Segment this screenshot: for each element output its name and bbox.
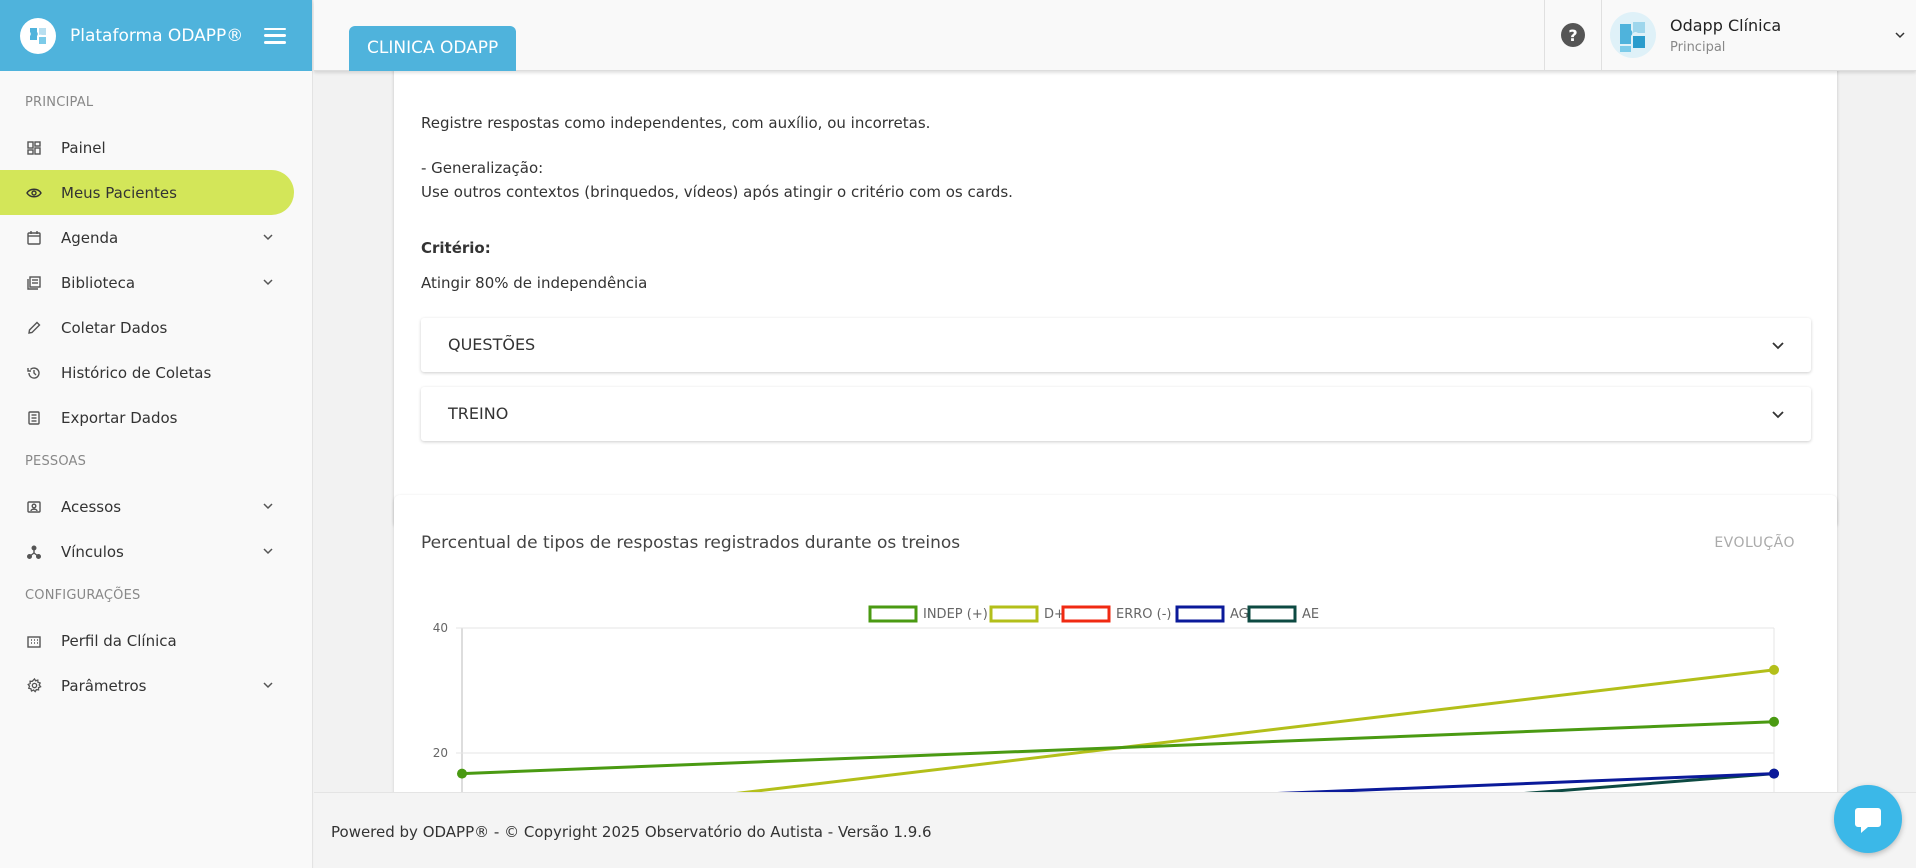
section-pessoas: PESSOAS	[25, 454, 87, 469]
accordion-treino[interactable]: TREINO	[421, 387, 1811, 441]
hamburger-menu-icon[interactable]	[264, 27, 286, 44]
sidebar-item-label: Parâmetros	[61, 676, 147, 695]
generalizacao-text: Use outros contextos (brinquedos, vídeos…	[421, 183, 1013, 201]
sidebar-item-coletar-dados[interactable]: Coletar Dados	[0, 305, 312, 350]
sidebar-item-label: Painel	[61, 138, 106, 157]
chevron-down-icon	[263, 503, 273, 510]
y-tick-label: 20	[433, 746, 448, 760]
avatar	[1610, 12, 1656, 58]
instruction-text-cut: Registre respostas como independentes, c…	[421, 114, 931, 132]
legend-swatch	[989, 605, 1039, 623]
gear-icon	[25, 677, 43, 695]
chevron-down-icon	[1895, 32, 1905, 39]
accordion-questoes[interactable]: QUESTÕES	[421, 318, 1811, 372]
chart-card: Percentual de tipos de respostas registr…	[394, 495, 1837, 792]
y-tick-label: 40	[433, 621, 448, 635]
pencil-icon	[25, 319, 43, 337]
sidebar-item-label: Perfil da Clínica	[61, 631, 177, 650]
chevron-down-icon	[263, 234, 273, 241]
building-icon	[25, 632, 43, 650]
accordion-label: TREINO	[448, 404, 509, 423]
sidebar-item-vinculos[interactable]: Vínculos	[0, 529, 312, 574]
sidebar-item-agenda[interactable]: Agenda	[0, 215, 312, 260]
library-icon	[25, 274, 43, 292]
legend-swatch	[1061, 605, 1111, 623]
sidebar-item-perfil-da-clinica[interactable]: Perfil da Clínica	[0, 618, 312, 663]
sidebar-item-painel[interactable]: Painel	[0, 125, 312, 170]
dashboard-icon	[25, 139, 43, 157]
chat-icon	[1855, 808, 1881, 833]
network-icon	[25, 543, 43, 561]
chevron-down-icon	[1772, 411, 1784, 419]
chevron-down-icon	[263, 682, 273, 689]
criterio-label: Critério:	[421, 239, 491, 257]
chat-button[interactable]	[1834, 785, 1902, 853]
user-role: Principal	[1670, 39, 1726, 55]
series-line	[461, 720, 1775, 776]
top-header: CLINICA ODAPP ? Odapp Clínica Principal	[314, 0, 1916, 71]
criterio-value: Atingir 80% de independência	[421, 274, 648, 292]
sidebar-item-label: Vínculos	[61, 542, 124, 561]
chevron-down-icon	[1772, 342, 1784, 350]
chevron-down-icon	[263, 548, 273, 555]
calendar-icon	[25, 229, 43, 247]
user-name: Odapp Clínica	[1670, 15, 1782, 35]
sidebar-item-label: Exportar Dados	[61, 408, 178, 427]
help-button[interactable]: ?	[1544, 0, 1601, 70]
legend-label: AE	[1302, 607, 1319, 622]
history-icon	[25, 364, 43, 382]
sidebar-item-label: Agenda	[61, 228, 119, 247]
sidebar-item-label: Biblioteca	[61, 273, 136, 292]
sidebar-item-label: Acessos	[61, 497, 122, 516]
eye-icon	[25, 184, 43, 202]
legend-swatch	[868, 605, 918, 623]
legend-label: ERRO (-)	[1116, 607, 1171, 622]
data-point	[1769, 768, 1779, 779]
sidebar-item-label: Histórico de Coletas	[61, 363, 212, 382]
clinic-tab[interactable]: CLINICA ODAPP	[349, 26, 517, 71]
accordion-label: QUESTÕES	[448, 335, 536, 354]
data-point	[1769, 664, 1779, 675]
legend-swatch	[1175, 605, 1225, 623]
line-chart: 2040INDEP (+) D+ ERRO (-) AG AE	[433, 605, 1779, 792]
brand-title: Plataforma ODAPP®	[70, 25, 244, 46]
sidebar: Plataforma ODAPP® PRINCIPAL Painel Meus …	[0, 0, 313, 868]
main-content: Registre respostas como independentes, c…	[314, 71, 1916, 792]
sidebar-item-historico-de-coletas[interactable]: Histórico de Coletas	[0, 350, 312, 395]
section-configuracoes: CONFIGURAÇÕES	[25, 588, 141, 603]
footer: Powered by ODAPP® - © Copyright 2025 Obs…	[314, 785, 1916, 868]
program-details-card: Registre respostas como independentes, c…	[394, 71, 1837, 525]
document-icon	[25, 409, 43, 427]
sidebar-item-biblioteca[interactable]: Biblioteca	[0, 260, 312, 305]
sidebar-item-acessos[interactable]: Acessos	[0, 484, 312, 529]
chevron-down-icon	[263, 279, 273, 286]
legend-swatch	[1247, 605, 1297, 623]
help-icon: ?	[1561, 23, 1585, 47]
section-principal: PRINCIPAL	[25, 95, 94, 110]
sidebar-item-parametros[interactable]: Parâmetros	[0, 663, 312, 708]
legend-label: AG	[1230, 607, 1249, 622]
legend-label: INDEP (+)	[923, 607, 988, 622]
generalizacao-heading: - Generalização:	[421, 159, 544, 177]
sidebar-item-label: Meus Pacientes	[61, 183, 177, 202]
brand-bar: Plataforma ODAPP®	[0, 0, 312, 71]
footer-text: Powered by ODAPP® - © Copyright 2025 Obs…	[331, 823, 932, 841]
sidebar-item-meus-pacientes[interactable]: Meus Pacientes	[0, 170, 294, 215]
data-point	[1769, 716, 1779, 727]
sidebar-item-label: Coletar Dados	[61, 318, 168, 337]
user-menu[interactable]: Odapp Clínica Principal	[1601, 0, 1916, 70]
sidebar-item-exportar-dados[interactable]: Exportar Dados	[0, 395, 312, 440]
odapp-logo-icon[interactable]	[20, 17, 56, 54]
id-card-icon	[25, 498, 43, 516]
data-point	[457, 768, 467, 779]
